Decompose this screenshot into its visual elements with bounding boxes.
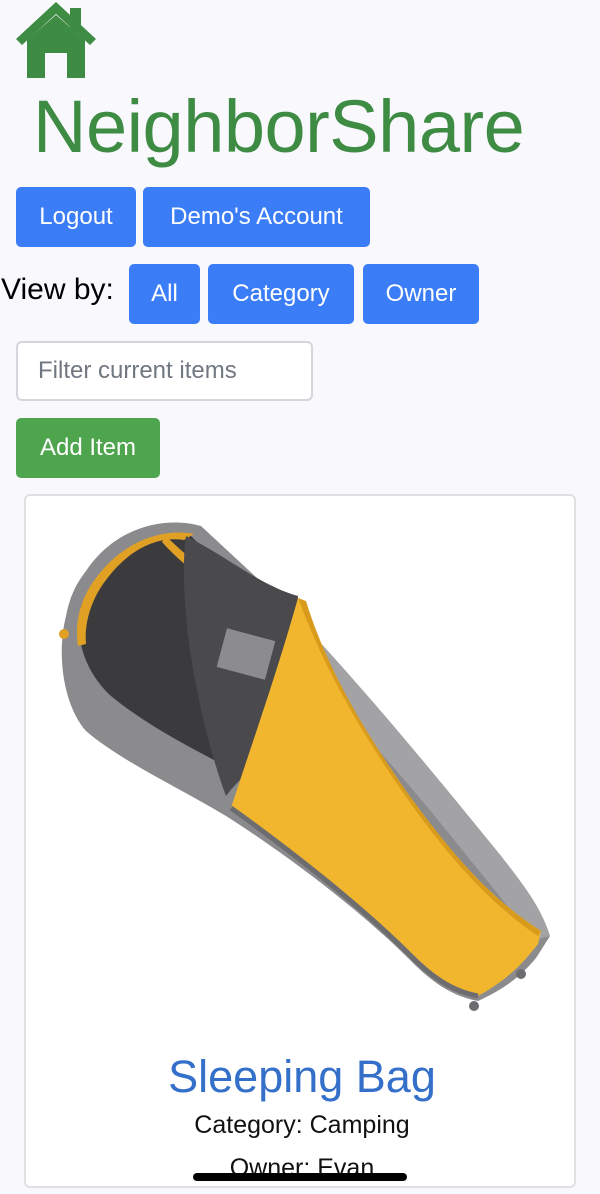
sleeping-bag-image: [59, 522, 551, 1011]
item-name-link[interactable]: Sleeping Bag: [26, 1051, 574, 1103]
logout-button[interactable]: Logout: [16, 187, 136, 247]
home-icon[interactable]: [15, 0, 97, 80]
add-item-button[interactable]: Add Item: [16, 418, 160, 478]
app-page: NeighborShare Logout Demo's Account View…: [0, 0, 600, 1194]
home-indicator-bar[interactable]: [193, 1173, 407, 1181]
item-category: Category: Camping: [194, 1111, 410, 1139]
view-by-label: View by:: [1, 273, 114, 306]
view-category-button[interactable]: Category: [208, 264, 354, 324]
view-owner-button[interactable]: Owner: [363, 264, 479, 324]
account-button[interactable]: Demo's Account: [143, 187, 370, 247]
item-card: Sleeping Bag Category: Camping Owner: Ev…: [24, 494, 576, 1188]
filter-input[interactable]: [16, 341, 313, 401]
view-all-button[interactable]: All: [129, 264, 200, 324]
app-title: NeighborShare: [33, 85, 525, 168]
